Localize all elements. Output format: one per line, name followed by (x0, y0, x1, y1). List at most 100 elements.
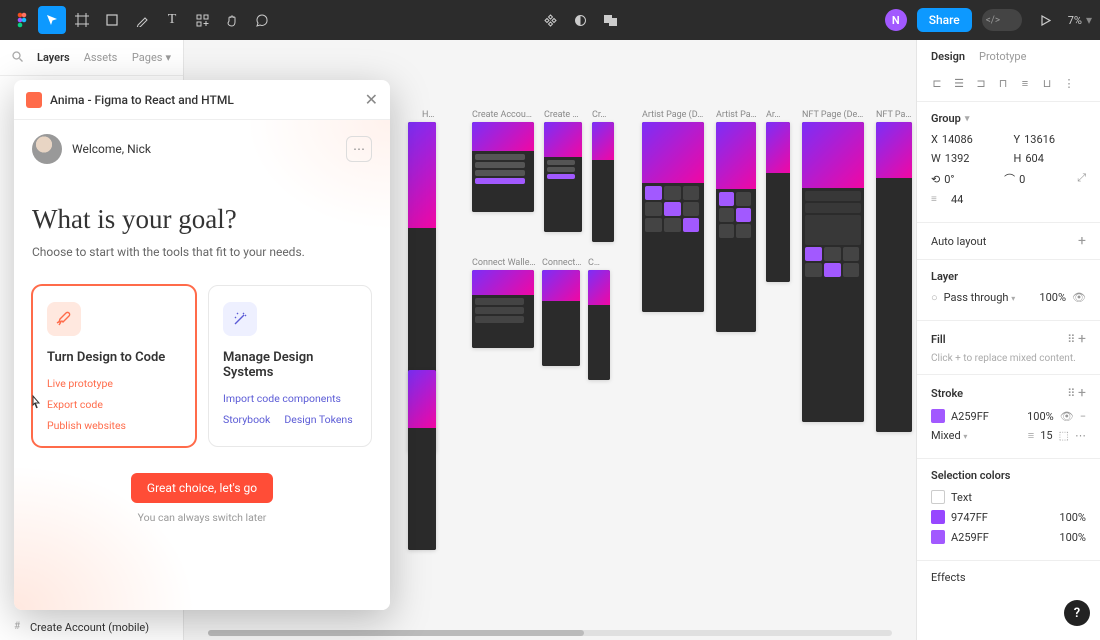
layer-opacity-input[interactable]: 100% (1039, 291, 1066, 304)
align-top-icon[interactable]: ⊓ (995, 75, 1011, 91)
remove-stroke-icon[interactable]: − (1080, 410, 1086, 423)
components-icon[interactable] (536, 6, 564, 34)
stroke-style-icon[interactable]: ⠿ (1067, 387, 1075, 400)
frame-thumbnail[interactable] (876, 122, 912, 432)
stroke-more-icon[interactable]: ⋯ (1075, 429, 1086, 442)
text-tool-icon[interactable]: T (158, 6, 186, 34)
frame-thumbnail[interactable] (472, 122, 534, 212)
color-op-1[interactable]: 100% (1059, 511, 1086, 524)
frame-label: Artist Page (D… (642, 110, 708, 120)
tab-design[interactable]: Design (931, 50, 965, 63)
y-input[interactable]: 13616 (1024, 133, 1055, 146)
color-swatch-1[interactable] (931, 510, 945, 524)
layer-row[interactable]: Create Account (mobile) (0, 615, 183, 640)
hand-tool-icon[interactable] (218, 6, 246, 34)
stroke-align-select[interactable]: Mixed ▾ (931, 429, 1022, 442)
card2-tag: Design Tokens (284, 413, 352, 426)
frame-thumbnail[interactable] (716, 122, 756, 332)
autolayout-label: Auto layout (931, 235, 986, 248)
frame-label: Connect… (542, 258, 584, 268)
align-bottom-icon[interactable]: ⊔ (1039, 75, 1055, 91)
visibility-icon[interactable]: 👁 (1072, 291, 1086, 304)
mask-icon[interactable] (566, 6, 594, 34)
frame-label: NFT Page (De… (802, 110, 866, 120)
color-hex-2[interactable]: A259FF (951, 531, 1053, 544)
stroke-opacity[interactable]: 100% (1027, 410, 1054, 423)
zoom-level[interactable]: 7% (1068, 14, 1082, 27)
align-left-icon[interactable]: ⊏ (929, 75, 945, 91)
h-input[interactable]: 604 (1025, 152, 1044, 165)
comment-tool-icon[interactable] (248, 6, 276, 34)
pen-tool-icon[interactable] (128, 6, 156, 34)
fill-hint: Click + to replace mixed content. (931, 353, 1086, 364)
resources-icon[interactable] (188, 6, 216, 34)
cta-button[interactable]: Great choice, let's go (131, 473, 273, 503)
x-input[interactable]: 14086 (942, 133, 973, 146)
color-swatch-2[interactable] (931, 530, 945, 544)
distribute-icon[interactable]: ⋮ (1061, 75, 1077, 91)
move-tool-icon[interactable] (38, 6, 66, 34)
w-input[interactable]: 1392 (945, 152, 970, 165)
align-vcenter-icon[interactable]: ≡ (1017, 75, 1033, 91)
cta-subtext: You can always switch later (32, 511, 372, 524)
fill-style-icon[interactable]: ⠿ (1067, 333, 1075, 346)
frame-thumbnail[interactable] (542, 270, 580, 366)
align-right-icon[interactable]: ⊐ (973, 75, 989, 91)
card-manage-design-systems[interactable]: Manage Design Systems Import code compon… (208, 285, 372, 447)
tab-prototype[interactable]: Prototype (979, 50, 1026, 63)
add-autolayout-button[interactable]: + (1078, 233, 1086, 249)
gap-input[interactable]: 44 (951, 193, 1086, 206)
align-hcenter-icon[interactable]: ☰ (951, 75, 967, 91)
stroke-weight-input[interactable]: 15 (1040, 429, 1052, 442)
shape-tool-icon[interactable] (98, 6, 126, 34)
share-button[interactable]: Share (917, 8, 972, 32)
frame-thumbnail[interactable] (642, 122, 704, 312)
frame-tool-icon[interactable] (68, 6, 96, 34)
card2-title: Manage Design Systems (223, 350, 357, 380)
color-swatch-text[interactable] (931, 490, 945, 504)
card1-tag: Live prototype (47, 377, 113, 390)
card1-title: Turn Design to Code (47, 350, 181, 365)
search-icon[interactable] (12, 51, 23, 65)
plugin-menu-button[interactable]: ⋯ (346, 136, 372, 162)
frame-thumbnail[interactable] (408, 370, 436, 550)
color-op-2[interactable]: 100% (1059, 531, 1086, 544)
stroke-hex[interactable]: A259FF (951, 410, 1021, 423)
dev-mode-toggle[interactable]: </> (982, 9, 1022, 31)
add-stroke-button[interactable]: + (1078, 385, 1086, 401)
user-avatar[interactable]: N (885, 9, 907, 31)
stroke-swatch[interactable] (931, 409, 945, 423)
card-turn-design-to-code[interactable]: Turn Design to Code Live prototype Expor… (32, 285, 196, 447)
card1-tag: Publish websites (47, 419, 126, 432)
frame-thumbnail[interactable] (592, 122, 614, 242)
frame-thumbnail[interactable] (472, 270, 534, 348)
stroke-visibility-icon[interactable]: 👁 (1060, 410, 1074, 423)
rotation-input[interactable]: 0° (944, 173, 954, 186)
tab-layers[interactable]: Layers (37, 51, 70, 64)
add-fill-button[interactable]: + (1078, 331, 1086, 347)
pages-dropdown[interactable]: Pages ▾ (132, 51, 171, 64)
card1-tag: Export code (47, 398, 103, 411)
frame-thumbnail[interactable] (802, 122, 864, 422)
stroke-side-icon[interactable]: ⬚ (1059, 429, 1069, 442)
top-toolbar: T N Share </> 7% ▾ (0, 0, 1100, 40)
alignment-controls: ⊏ ☰ ⊐ ⊓ ≡ ⊔ ⋮ (917, 71, 1100, 102)
canvas-scrollbar[interactable] (208, 630, 892, 636)
radius-input[interactable]: 0 (1019, 173, 1025, 186)
frame-thumbnail[interactable] (588, 270, 610, 380)
frame-thumbnail[interactable] (766, 122, 790, 282)
frame-thumbnail[interactable] (544, 122, 582, 232)
close-icon[interactable]: ✕ (365, 90, 378, 109)
tab-assets[interactable]: Assets (84, 51, 118, 64)
boolean-icon[interactable] (596, 6, 624, 34)
help-button[interactable]: ? (1064, 600, 1090, 626)
frame-label: Ar… (766, 110, 788, 120)
constrain-icon[interactable]: ⤢ (1077, 171, 1086, 187)
welcome-text: Welcome, Nick (72, 142, 151, 156)
present-icon[interactable] (1032, 6, 1060, 34)
blend-mode-select[interactable]: Pass through ▾ (944, 291, 1034, 304)
color-hex-1[interactable]: 9747FF (951, 511, 1053, 524)
figma-menu-icon[interactable] (8, 6, 36, 34)
card2-tag: Import code components (223, 392, 341, 405)
anima-logo-icon (26, 92, 42, 108)
